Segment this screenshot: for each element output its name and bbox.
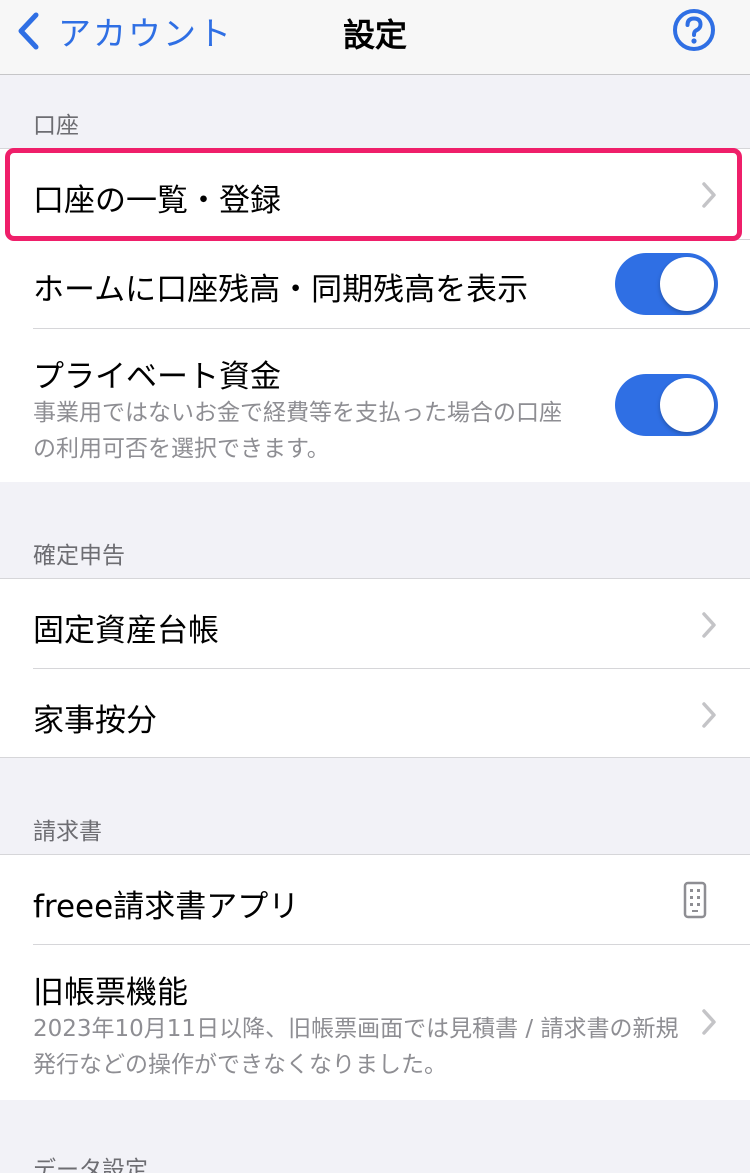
- section-header-tax: 確定申告: [33, 543, 125, 569]
- row-label: 旧帳票機能: [33, 975, 188, 1011]
- section-header-data: データ設定: [33, 1157, 148, 1173]
- section-header-invoice: 請求書: [33, 819, 102, 845]
- row-label: freee請求書アプリ: [33, 889, 300, 925]
- toggle-knob: [660, 257, 714, 311]
- row-legacy-forms[interactable]: 旧帳票機能 2023年10月11日以降、旧帳票画面では見積書 / 請求書の新規発…: [0, 945, 750, 1100]
- section-header-account: 口座: [33, 113, 79, 139]
- account-settings-group: 口座の一覧・登録 ホームに口座残高・同期残高を表示 プライベート資金 事業用では…: [0, 148, 750, 482]
- row-account-list[interactable]: 口座の一覧・登録: [0, 149, 750, 239]
- row-label: 固定資産台帳: [33, 613, 219, 649]
- show-balance-toggle[interactable]: [615, 253, 718, 315]
- row-private-funds: プライベート資金 事業用ではないお金で経費等を支払った場合の口座の利用可否を選択…: [0, 329, 750, 482]
- row-label: 口座の一覧・登録: [33, 183, 281, 219]
- invoice-settings-group: freee請求書アプリ 旧帳票機能 2023年10月11日以降、旧帳票画面では見…: [0, 854, 750, 1100]
- row-show-balance: ホームに口座残高・同期残高を表示: [0, 240, 750, 328]
- chevron-right-icon: [702, 612, 716, 638]
- private-funds-toggle[interactable]: [615, 374, 718, 436]
- smartphone-icon: [683, 881, 707, 919]
- page-title: 設定: [342, 16, 407, 54]
- toggle-knob: [660, 378, 714, 432]
- row-description: 事業用ではないお金で経費等を支払った場合の口座の利用可否を選択できます。: [33, 400, 562, 462]
- row-household-apportion[interactable]: 家事按分: [0, 669, 750, 757]
- question-circle-icon[interactable]: [672, 8, 716, 52]
- chevron-right-icon: [702, 182, 716, 208]
- tax-settings-group: 固定資産台帳 家事按分: [0, 578, 750, 758]
- chevron-right-icon: [702, 1009, 716, 1035]
- navigation-bar: アカウント 設定: [0, 0, 750, 75]
- chevron-right-icon: [702, 702, 716, 728]
- row-label: ホームに口座残高・同期残高を表示: [33, 272, 529, 308]
- row-invoice-app[interactable]: freee請求書アプリ: [0, 855, 750, 944]
- row-label: プライベート資金: [33, 359, 281, 395]
- row-label: 家事按分: [33, 703, 157, 739]
- row-description: 2023年10月11日以降、旧帳票画面では見積書 / 請求書の新規発行などの操作…: [33, 1016, 679, 1078]
- row-fixed-assets[interactable]: 固定資産台帳: [0, 579, 750, 668]
